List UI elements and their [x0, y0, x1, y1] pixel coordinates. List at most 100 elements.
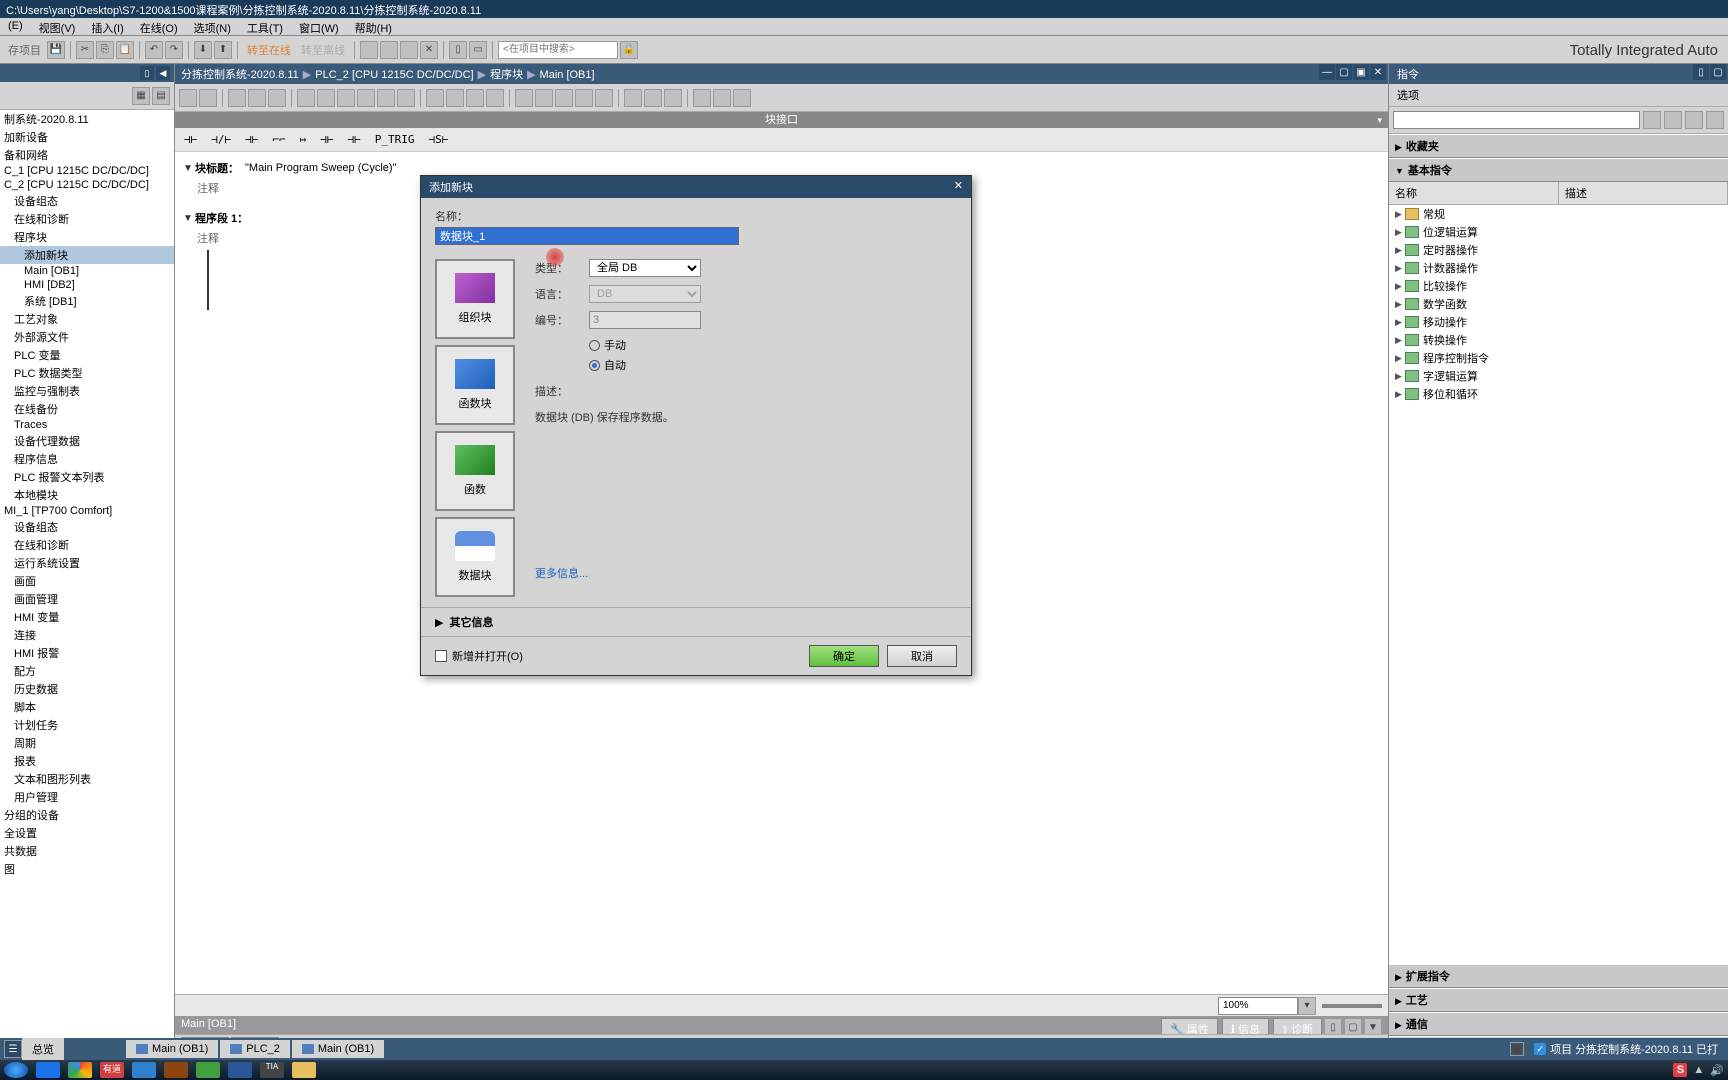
- ed-btn-9[interactable]: [357, 89, 375, 107]
- tree-item[interactable]: 添加新块: [0, 246, 174, 264]
- tree-item[interactable]: 周期: [0, 734, 174, 752]
- right-btn-2[interactable]: ▢: [1710, 64, 1726, 80]
- manual-radio[interactable]: [589, 340, 600, 351]
- overview-icon[interactable]: ☰: [4, 1040, 22, 1058]
- menu-item[interactable]: 在线(O): [132, 18, 186, 35]
- tree-item[interactable]: 工艺对象: [0, 310, 174, 328]
- ladder-symbol[interactable]: ⌐⌐: [267, 131, 290, 148]
- dialog-close-icon[interactable]: ✕: [954, 179, 963, 195]
- copy-icon[interactable]: ⎘: [96, 41, 114, 59]
- ed-btn-8[interactable]: [337, 89, 355, 107]
- ladder-symbol[interactable]: ⊣⊢: [343, 131, 366, 148]
- menu-item[interactable]: 视图(V): [31, 18, 84, 35]
- type-select[interactable]: 全局 DB: [589, 259, 701, 277]
- instruction-row[interactable]: ▶移动操作: [1389, 313, 1728, 331]
- ie-icon[interactable]: [36, 1062, 60, 1078]
- go-offline-label[interactable]: 转至离线: [297, 42, 349, 58]
- search-go-icon[interactable]: 🔒: [620, 41, 638, 59]
- tree-item[interactable]: C_2 [CPU 1215C DC/DC/DC]: [0, 178, 174, 192]
- tree-item[interactable]: 图: [0, 860, 174, 878]
- split-h-icon[interactable]: ▯: [449, 41, 467, 59]
- ok-button[interactable]: 确定: [809, 645, 879, 667]
- paste-icon[interactable]: 📋: [116, 41, 134, 59]
- section-header[interactable]: ▶收藏夹: [1389, 134, 1728, 158]
- ed-btn-25[interactable]: [713, 89, 731, 107]
- explorer-icon[interactable]: [292, 1062, 316, 1078]
- overview-tab[interactable]: 总览: [22, 1038, 64, 1060]
- tree-item[interactable]: 连接: [0, 626, 174, 644]
- chrome-icon[interactable]: [68, 1062, 92, 1078]
- cut-icon[interactable]: ✂: [76, 41, 94, 59]
- tree-item[interactable]: 在线备份: [0, 400, 174, 418]
- opt-icon-3[interactable]: [1685, 111, 1703, 129]
- tree-item[interactable]: 画面: [0, 572, 174, 590]
- bottom-tab[interactable]: Main (OB1): [126, 1040, 218, 1058]
- ed-btn-1[interactable]: [179, 89, 197, 107]
- tree-item[interactable]: 用户管理: [0, 788, 174, 806]
- status-icon-1[interactable]: ▦: [1510, 1042, 1524, 1056]
- ladder-symbol[interactable]: ⊣/⊢: [206, 131, 236, 148]
- block-type-fb[interactable]: 函数块: [435, 345, 515, 425]
- tree-item[interactable]: 画面管理: [0, 590, 174, 608]
- tree-item[interactable]: 系统 [DB1]: [0, 292, 174, 310]
- tree-item[interactable]: 在线和诊断: [0, 210, 174, 228]
- tree-item[interactable]: 程序块: [0, 228, 174, 246]
- tree-item[interactable]: HMI [DB2]: [0, 278, 174, 292]
- tree-item[interactable]: 脚本: [0, 698, 174, 716]
- instruction-row[interactable]: ▶程序控制指令: [1389, 349, 1728, 367]
- auto-radio[interactable]: [589, 360, 600, 371]
- section-header[interactable]: ▼基本指令: [1389, 158, 1728, 182]
- tree-item[interactable]: 程序信息: [0, 450, 174, 468]
- ladder-symbol[interactable]: P_TRIG: [370, 131, 420, 148]
- download-icon[interactable]: ⬇: [194, 41, 212, 59]
- tree-item[interactable]: 文本和图形列表: [0, 770, 174, 788]
- instruction-row[interactable]: ▶移位和循环: [1389, 385, 1728, 403]
- ed-btn-18[interactable]: [555, 89, 573, 107]
- ed-btn-2[interactable]: [199, 89, 217, 107]
- instruction-row[interactable]: ▶数学函数: [1389, 295, 1728, 313]
- block-name-input[interactable]: 数据块_1: [435, 227, 739, 245]
- youdao-icon[interactable]: 有道: [100, 1062, 124, 1078]
- tree-btn-1[interactable]: ▦: [132, 87, 150, 105]
- ed-btn-24[interactable]: [693, 89, 711, 107]
- ed-btn-6[interactable]: [297, 89, 315, 107]
- tree-item[interactable]: 监控与强制表: [0, 382, 174, 400]
- ed-btn-5[interactable]: [268, 89, 286, 107]
- ed-btn-23[interactable]: [664, 89, 682, 107]
- tree-item[interactable]: PLC 数据类型: [0, 364, 174, 382]
- min-icon[interactable]: —: [1319, 64, 1335, 80]
- instruction-row[interactable]: ▶计数器操作: [1389, 259, 1728, 277]
- tree-item[interactable]: 在线和诊断: [0, 536, 174, 554]
- system-tray[interactable]: S ▲ 🔊: [1673, 1063, 1724, 1077]
- instruction-row[interactable]: ▶位逻辑运算: [1389, 223, 1728, 241]
- tray-icon-2[interactable]: ▲: [1693, 1064, 1704, 1076]
- tray-icon-1[interactable]: S: [1673, 1063, 1687, 1077]
- add-open-checkbox[interactable]: [435, 650, 447, 662]
- tree-item[interactable]: 设备代理数据: [0, 432, 174, 450]
- tree-item[interactable]: PLC 报警文本列表: [0, 468, 174, 486]
- tree-item[interactable]: PLC 变量: [0, 346, 174, 364]
- go-online-label[interactable]: 转至在线: [243, 42, 295, 58]
- opt-icon-1[interactable]: [1643, 111, 1661, 129]
- word-icon[interactable]: [228, 1062, 252, 1078]
- tree-item[interactable]: 本地模块: [0, 486, 174, 504]
- tree-item[interactable]: HMI 变量: [0, 608, 174, 626]
- close-window-icon[interactable]: ✕: [1370, 64, 1386, 80]
- max-icon[interactable]: ▣: [1353, 64, 1369, 80]
- block-expand-icon[interactable]: ▼: [183, 163, 195, 174]
- ed-btn-21[interactable]: [624, 89, 642, 107]
- instruction-row[interactable]: ▶比较操作: [1389, 277, 1728, 295]
- breadcrumb-part[interactable]: PLC_2 [CPU 1215C DC/DC/DC]: [315, 69, 473, 81]
- menu-item[interactable]: 选项(N): [186, 18, 239, 35]
- save-project-label[interactable]: 存项目: [4, 42, 45, 58]
- split-v-icon[interactable]: ▭: [469, 41, 487, 59]
- start-icon[interactable]: [4, 1062, 28, 1078]
- project-search-input[interactable]: [498, 41, 618, 59]
- tree-item[interactable]: 外部源文件: [0, 328, 174, 346]
- ladder-symbol[interactable]: ⊣⊢: [179, 131, 202, 148]
- tree-item[interactable]: 备和网络: [0, 146, 174, 164]
- instruction-row[interactable]: ▶定时器操作: [1389, 241, 1728, 259]
- opt-icon-2[interactable]: [1664, 111, 1682, 129]
- restore-icon[interactable]: ▢: [1336, 64, 1352, 80]
- left-arrow-icon[interactable]: ◀: [156, 66, 170, 80]
